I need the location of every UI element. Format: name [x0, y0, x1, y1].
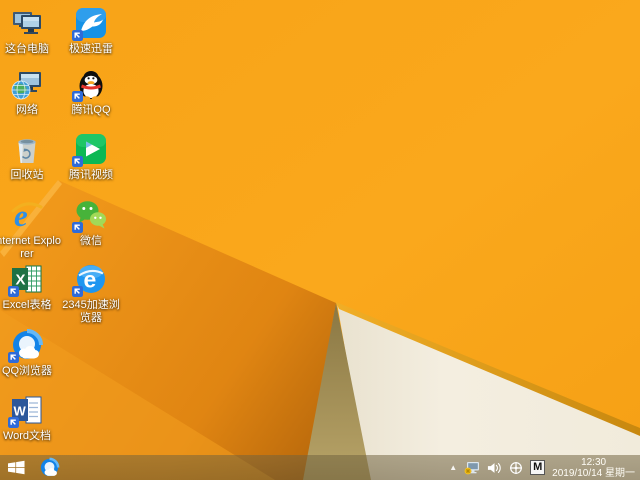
desktop-icon-wechat[interactable]: 微信	[57, 198, 125, 248]
internet-explorer-icon: e	[10, 198, 44, 232]
network-alert-icon[interactable]	[464, 461, 480, 475]
browser-2345-icon: e	[72, 262, 108, 297]
ime-indicator[interactable]: M	[530, 460, 546, 475]
shortcut-arrow-icon	[72, 286, 83, 297]
this-pc-icon	[10, 6, 44, 40]
icon-label: Word文档	[2, 430, 52, 442]
icon-label: 这台电脑	[5, 43, 49, 55]
desktop-icon-xunlei-speed[interactable]: 极速迅雷	[57, 6, 125, 56]
tray-date: 2019/10/14 星期一	[552, 467, 635, 479]
crosshair-icon[interactable]	[509, 461, 523, 475]
shortcut-arrow-icon	[72, 91, 83, 102]
tray-time: 12:30	[581, 456, 607, 468]
icon-label: 回收站	[10, 169, 44, 181]
wechat-icon	[72, 198, 108, 233]
desktop-icon-network[interactable]: 网络	[0, 67, 61, 117]
desktop-icon-recycle-bin[interactable]: 回收站	[0, 132, 61, 182]
icon-label: 微信	[80, 235, 102, 247]
shortcut-arrow-icon	[72, 156, 83, 167]
desktop-icon-internet-explorer[interactable]: e Internet Explorer	[0, 198, 61, 261]
desktop-icon-browser-2345[interactable]: e 2345加速浏览器	[57, 262, 125, 325]
icon-label: 腾讯视频	[69, 169, 113, 181]
qq-browser-icon	[40, 457, 59, 477]
desktop-icon-word[interactable]: W Word文档	[0, 393, 61, 443]
excel-icon: X	[8, 262, 44, 297]
icon-label: Internet Explorer	[0, 235, 61, 260]
icon-label: 极速迅雷	[69, 43, 113, 55]
network-icon	[10, 67, 44, 101]
taskbar-qq-browser-button[interactable]	[34, 455, 64, 480]
desktop-icon-tencent-qq[interactable]: 腾讯QQ	[57, 67, 125, 117]
desktop-icon-qq-browser[interactable]: QQ浏览器	[0, 328, 61, 378]
desktop-icon-excel[interactable]: X Excel表格	[0, 262, 61, 312]
icon-label: Excel表格	[2, 299, 52, 311]
volume-icon[interactable]	[487, 462, 502, 474]
icon-label: 腾讯QQ	[71, 104, 111, 116]
shortcut-arrow-icon	[8, 417, 19, 428]
tray-clock[interactable]: 12:30 2019/10/14 星期一	[552, 457, 637, 479]
windows-logo-icon	[7, 460, 25, 475]
shortcut-arrow-icon	[72, 30, 83, 41]
icon-label: 2345加速浏览器	[62, 299, 120, 324]
shortcut-arrow-icon	[8, 352, 19, 363]
shortcut-arrow-icon	[8, 286, 19, 297]
desktop-icon-tencent-video[interactable]: 腾讯视频	[57, 132, 125, 182]
start-button[interactable]	[2, 455, 30, 480]
xunlei-speed-icon	[72, 6, 108, 41]
recycle-bin-icon	[10, 132, 44, 166]
qq-browser-icon	[8, 328, 44, 363]
shortcut-arrow-icon	[72, 222, 83, 233]
icon-label: 网络	[16, 104, 38, 116]
show-hidden-icons-button[interactable]: ▲	[449, 463, 457, 472]
word-icon: W	[8, 393, 44, 428]
taskbar: ▲ M 12:30 2019/10/14 星期一	[0, 455, 640, 480]
system-tray: ▲ M 12:30 2019/10/14 星期一	[449, 455, 637, 480]
desktop: 这台电脑 网络 回收站 e ternet Explorer X Excel表格 …	[0, 0, 640, 480]
desktop-icon-this-pc[interactable]: 这台电脑	[0, 6, 61, 56]
tencent-qq-icon	[72, 67, 108, 102]
icon-label: QQ浏览器	[1, 365, 53, 377]
tencent-video-icon	[72, 132, 108, 167]
